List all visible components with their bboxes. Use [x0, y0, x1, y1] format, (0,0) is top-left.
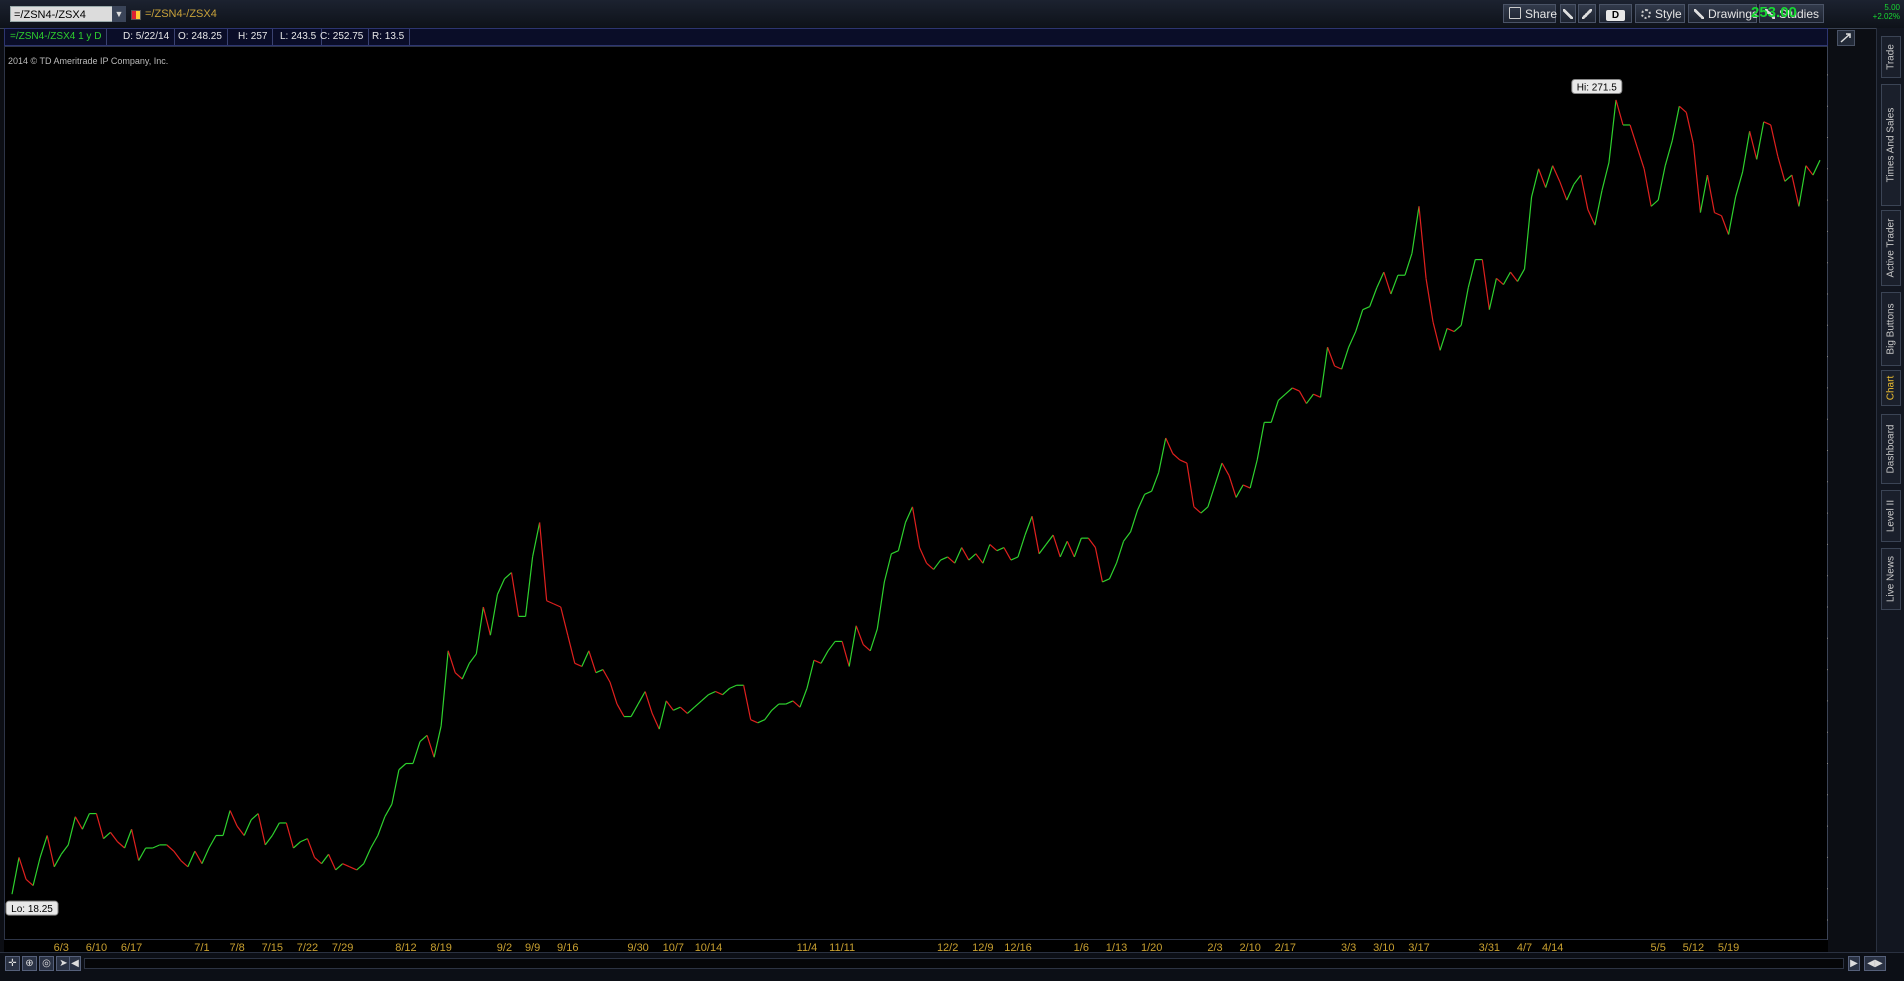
change-value: 5.00	[1884, 3, 1900, 12]
share-button[interactable]: Share	[1503, 4, 1557, 23]
chart-bottom-bar: ✛ ⊕ ◎ ➤ ◀ ▶ ◀▶	[0, 952, 1904, 981]
side-tab-label: Big Buttons	[1885, 303, 1897, 355]
date-value: D: 5/22/14	[118, 29, 176, 45]
price-change: 5.00 +2.02%	[1864, 3, 1900, 21]
copyright-text: 2014 © TD Ameritrade IP Company, Inc.	[8, 56, 169, 66]
drawings-button[interactable]: Drawings	[1688, 4, 1758, 23]
side-tab-panel: Trade Times And Sales Active Trader Big But…	[1876, 28, 1904, 964]
side-tab-label: Chart	[1885, 375, 1897, 401]
style-button[interactable]: Style	[1635, 4, 1685, 23]
side-tab-chart[interactable]: Chart	[1881, 370, 1901, 406]
side-tab-active-trader[interactable]: Active Trader	[1881, 210, 1901, 286]
scroll-right-icon[interactable]: ▶	[1848, 956, 1860, 971]
side-tab-label: Times And Sales	[1885, 107, 1897, 183]
range-value: R: 13.5	[367, 29, 411, 45]
pencil-icon	[1563, 9, 1573, 19]
price-chart[interactable]: 1020304050607080901001101201301401501601…	[4, 46, 1828, 966]
chart-toolbar: =/ZSN4-/ZSX4 ▼ =/ZSN4-/ZSX4 Share D Styl…	[0, 0, 1904, 29]
lo-label: Lo: 18.25	[11, 904, 53, 915]
hi-label: Hi: 271.5	[1577, 83, 1617, 94]
side-tab-level-ii[interactable]: Level II	[1881, 490, 1901, 542]
last-price: 253.00	[1751, 4, 1797, 21]
symbol-description: =/ZSN4-/ZSX4	[145, 8, 217, 20]
link-color-icon[interactable]	[131, 10, 141, 20]
aggregation-button[interactable]: D	[1599, 4, 1632, 23]
chart-canvas[interactable]: 1020304050607080901001101201301401501601…	[4, 46, 1828, 966]
side-tab-label: Live News	[1885, 555, 1897, 603]
settings-button[interactable]	[1578, 4, 1596, 23]
scroll-left-icon[interactable]: ◀	[69, 956, 81, 971]
side-tab-big-buttons[interactable]: Big Buttons	[1881, 292, 1901, 366]
open-value: O: 248.25	[173, 29, 228, 45]
chart-title: =/ZSN4-/ZSX4 1 y D	[5, 29, 108, 45]
pencil-icon	[1694, 9, 1704, 19]
change-percent: +2.02%	[1872, 12, 1900, 21]
horizontal-scrollbar[interactable]	[84, 958, 1844, 969]
share-icon	[1509, 7, 1521, 19]
side-tab-dashboard[interactable]: Dashboard	[1881, 414, 1901, 484]
side-tab-times-and-sales[interactable]: Times And Sales	[1881, 84, 1901, 206]
close-value: C: 252.75	[315, 29, 370, 45]
diagonal-arrow-icon	[1840, 33, 1851, 43]
side-tab-label: Level II	[1885, 499, 1897, 533]
chart-background	[4, 46, 1828, 966]
side-tab-label: Dashboard	[1885, 424, 1897, 474]
side-tab-label: Active Trader	[1885, 218, 1897, 278]
chart-info-bar: =/ZSN4-/ZSX4 1 y D D: 5/22/14 O: 248.25 …	[4, 28, 1828, 46]
side-tab-trade[interactable]: Trade	[1881, 36, 1901, 78]
expand-icon[interactable]	[1837, 30, 1855, 46]
magnifier-icon[interactable]: ◎	[39, 956, 54, 971]
high-value: H: 257	[233, 29, 274, 45]
symbol-input[interactable]: =/ZSN4-/ZSX4	[10, 6, 126, 22]
zoom-icon[interactable]: ⊕	[22, 956, 37, 971]
symbol-dropdown-icon[interactable]: ▼	[112, 6, 126, 22]
draw-tool-button[interactable]	[1560, 4, 1576, 23]
gear-icon	[1641, 9, 1651, 19]
side-tab-label: Trade	[1885, 44, 1897, 70]
wrench-icon	[1582, 9, 1592, 19]
crosshair-icon[interactable]: ✛	[5, 956, 20, 971]
side-tab-live-news[interactable]: Live News	[1881, 548, 1901, 610]
expand-range-icon[interactable]: ◀▶	[1864, 956, 1886, 971]
